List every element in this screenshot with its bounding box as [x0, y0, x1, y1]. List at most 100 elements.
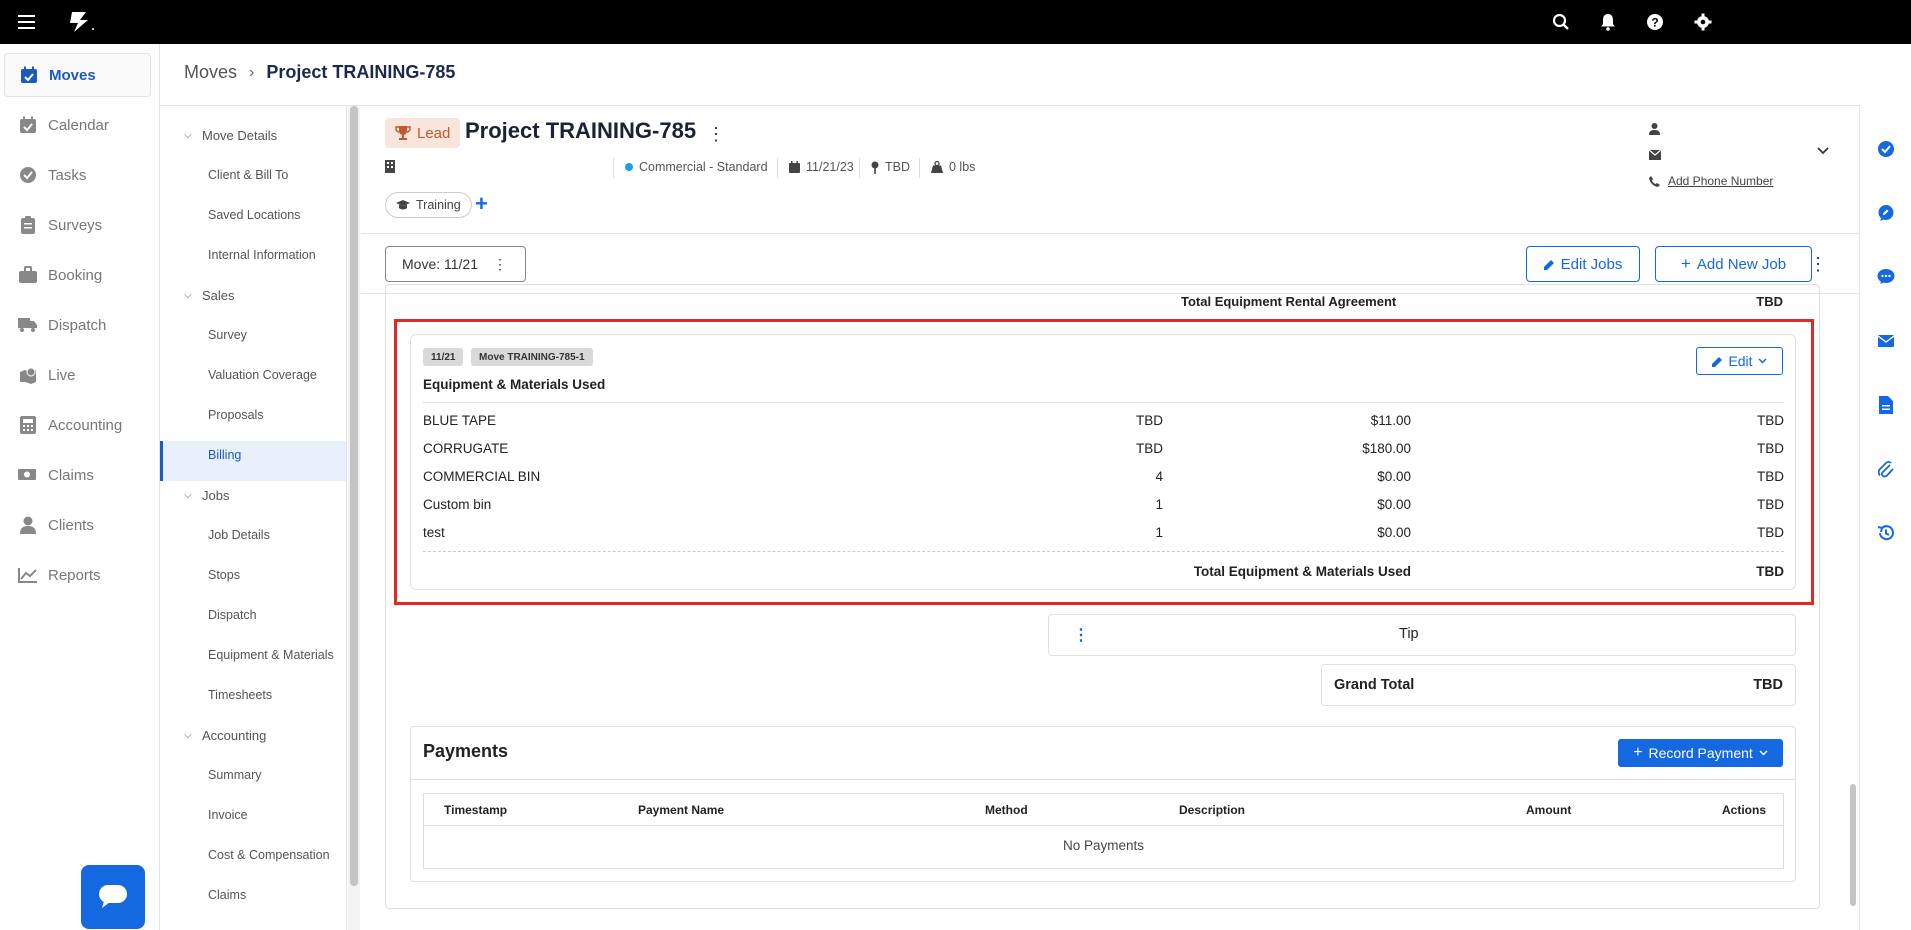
edit-jobs-button[interactable]: Edit Jobs [1526, 246, 1640, 282]
tag-training[interactable]: Training [385, 192, 472, 218]
chevron-down-icon[interactable] [1817, 142, 1829, 158]
document-icon[interactable] [1877, 396, 1895, 414]
item-qty: 4 [1155, 469, 1163, 484]
subnav-item-equipment-materials[interactable]: Equipment & Materials [208, 648, 334, 662]
nav-item-claims[interactable]: Claims [4, 453, 151, 497]
payments-title: Payments [423, 741, 509, 761]
gear-icon[interactable] [1692, 11, 1714, 33]
move-weight: 0 lbs [931, 160, 975, 174]
chevron-down-icon: ⌵ [184, 290, 192, 301]
move-type-label: Commercial - Standard [639, 160, 768, 174]
nav-label: Moves [49, 66, 96, 84]
nav-label: Surveys [48, 216, 103, 234]
subnav-item-claims[interactable]: Claims [208, 888, 246, 902]
pencil-icon [1712, 356, 1723, 367]
subnav-item-saved-locations[interactable]: Saved Locations [208, 208, 300, 222]
column-header: Actions [1721, 803, 1766, 817]
add-phone-link[interactable]: Add Phone Number [1668, 174, 1773, 188]
scrollbar-thumb[interactable] [350, 106, 358, 886]
subnav-section-accounting[interactable]: ⌵ Accounting [184, 728, 266, 743]
pencil-icon [1543, 259, 1554, 270]
contact-name-row [1649, 116, 1799, 142]
nav-label: Dispatch [48, 316, 107, 334]
subnav-section-sales[interactable]: ⌵ Sales [184, 288, 235, 303]
trophy-icon [395, 126, 411, 140]
briefcase-icon [18, 265, 38, 285]
subnav-item-valuation-coverage[interactable]: Valuation Coverage [208, 368, 317, 382]
add-new-job-button[interactable]: + Add New Job [1655, 246, 1812, 282]
move-pill: Move TRAINING-785-1 [471, 348, 593, 366]
meta-separator [919, 158, 920, 178]
add-new-job-label: Add New Job [1696, 255, 1787, 273]
kebab-menu-icon[interactable]: ⋮ [1809, 254, 1827, 275]
materials-row: Custom bin 1 $0.00 TBD [423, 497, 1784, 517]
tip-label: Tip [1399, 626, 1419, 642]
nav-item-live[interactable]: Live [4, 353, 151, 397]
paperclip-icon[interactable] [1877, 460, 1895, 478]
subnav-section-label: Accounting [202, 728, 267, 743]
envelope-icon[interactable] [1877, 332, 1895, 350]
subnav-item-dispatch[interactable]: Dispatch [208, 608, 257, 622]
calendar-icon [789, 161, 800, 173]
subnav-section-label: Jobs [202, 488, 230, 503]
subnav-item-summary[interactable]: Summary [208, 768, 261, 782]
subnav-section-jobs[interactable]: ⌵ Jobs [184, 488, 229, 503]
nav-item-accounting[interactable]: Accounting [4, 403, 151, 447]
add-tag-plus-icon[interactable]: + [475, 191, 488, 217]
chevron-down-icon [1759, 750, 1768, 756]
subnav-item-cost-compensation[interactable]: Cost & Compensation [208, 848, 330, 862]
kebab-menu-icon[interactable]: ⋮ [707, 124, 725, 145]
app-logo-icon[interactable] [66, 10, 96, 34]
subnav-item-invoice[interactable]: Invoice [208, 808, 248, 822]
nav-item-dispatch[interactable]: Dispatch [4, 303, 151, 347]
comment-edit-icon[interactable] [1877, 204, 1895, 222]
subnav-item-internal-information[interactable]: Internal Information [208, 248, 316, 262]
subnav-section-move-details[interactable]: ⌵ Move Details [184, 128, 277, 143]
nav-item-tasks[interactable]: Tasks [4, 153, 151, 197]
help-icon[interactable]: ? [1644, 11, 1666, 33]
edit-materials-button[interactable]: Edit [1696, 347, 1783, 375]
move-date: 11/21/23 [789, 160, 854, 174]
clipboard-icon [18, 215, 38, 235]
kebab-menu-icon[interactable]: ⋮ [1073, 625, 1089, 645]
subnav-scrollbar[interactable] [348, 106, 360, 930]
record-payment-button[interactable]: + Record Payment [1618, 739, 1783, 767]
phone-icon [1649, 175, 1660, 187]
search-icon[interactable] [1550, 11, 1572, 33]
subnav-item-billing[interactable]: Billing [208, 448, 241, 462]
nav-item-clients[interactable]: Clients [4, 503, 151, 547]
move-type: Commercial - Standard [625, 160, 768, 174]
breadcrumb-root[interactable]: Moves [184, 62, 237, 83]
project-header: Lead Project TRAINING-785 ⋮ Commercial -… [361, 106, 1859, 234]
subnav-item-survey[interactable]: Survey [208, 328, 247, 342]
record-payment-label: Record Payment [1648, 745, 1753, 761]
kebab-menu-icon[interactable]: ⋮ [493, 256, 507, 273]
item-qty: 1 [1155, 525, 1163, 540]
subnav-item-proposals[interactable]: Proposals [208, 408, 264, 422]
materials-row: COMMERCIAL BIN 4 $0.00 TBD [423, 469, 1784, 489]
nav-item-booking[interactable]: Booking [4, 253, 151, 297]
comment-dots-icon[interactable] [1877, 268, 1895, 286]
subnav-active-indicator [160, 441, 346, 481]
item-total: TBD [1757, 525, 1784, 540]
nav-item-reports[interactable]: Reports [4, 553, 151, 597]
move-select[interactable]: Move: 11/21 ⋮ [385, 246, 526, 282]
materials-title: Equipment & Materials Used [423, 377, 606, 392]
scrollbar-thumb[interactable] [1850, 784, 1856, 906]
chat-support-button[interactable] [81, 865, 145, 929]
subnav-item-timesheets[interactable]: Timesheets [208, 688, 272, 702]
item-name: BLUE TAPE [423, 413, 497, 428]
contact-phone-row: Add Phone Number [1649, 168, 1799, 194]
subnav-item-client-bill-to[interactable]: Client & Bill To [208, 168, 288, 182]
content-scrollbar[interactable] [1847, 294, 1859, 930]
nav-item-calendar[interactable]: Calendar [4, 103, 151, 147]
history-icon[interactable] [1877, 524, 1895, 542]
hamburger-menu-icon[interactable] [18, 12, 35, 32]
subnav-item-stops[interactable]: Stops [208, 568, 240, 582]
nav-item-surveys[interactable]: Surveys [4, 203, 151, 247]
nav-item-moves[interactable]: Moves [4, 53, 151, 97]
subnav-item-job-details[interactable]: Job Details [208, 528, 270, 542]
item-total: TBD [1757, 469, 1784, 484]
check-circle-icon[interactable] [1877, 140, 1895, 158]
bell-icon[interactable] [1597, 11, 1619, 33]
